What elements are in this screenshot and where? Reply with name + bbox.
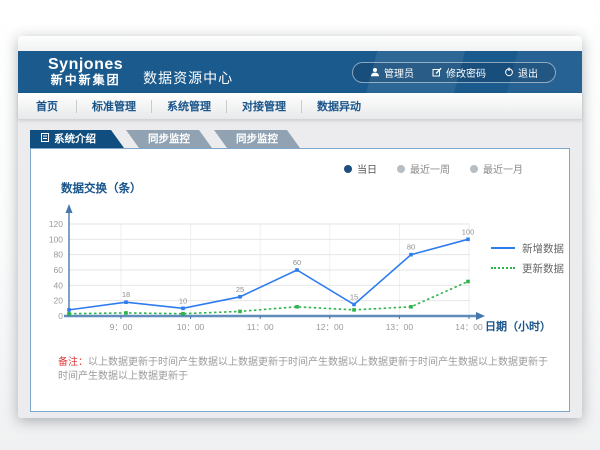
svg-text:9：00: 9：00 [110,322,133,332]
svg-text:100: 100 [49,234,63,244]
svg-text:10: 10 [179,296,187,305]
nav-item-connection-management[interactable]: 对接管理 [227,98,301,114]
nav-item-system-management[interactable]: 系统管理 [152,98,226,114]
radio-last-week[interactable]: 最近一周 [397,161,450,176]
radio-label: 当日 [357,161,377,176]
tab-bar: 系统介绍 同步监控 同步监控 [30,130,582,148]
svg-text:60: 60 [54,265,64,275]
svg-text:12：00: 12：00 [316,322,344,332]
edit-icon [432,67,442,77]
svg-text:60: 60 [293,258,301,267]
svg-text:40: 40 [54,280,64,290]
page-title: 数据资源中心 [143,68,233,88]
app-window: Synjones 新中新集团 数据资源中心 管理员 修改密码 退出 [18,36,582,418]
brand-logo-cn: 新中新集团 [48,74,123,88]
svg-text:80: 80 [54,250,64,260]
logout-label: 退出 [518,65,538,80]
svg-text:25: 25 [236,285,244,294]
user-toolbar: 管理员 修改密码 退出 [352,62,556,83]
tab-label: 系统介绍 [54,130,96,148]
svg-text:0: 0 [58,311,63,321]
brand-logo-en: Synjones [48,56,123,74]
nav-item-standard-management[interactable]: 标准管理 [77,98,151,114]
app-header: Synjones 新中新集团 数据资源中心 管理员 修改密码 退出 [18,51,582,93]
nav-item-home[interactable]: 首页 [18,98,76,114]
line-chart: 0 20 40 60 80 100 120 9：00 10：00 11：00 12：00 13：00 1… [39,198,569,348]
power-icon [504,67,514,77]
brand-logo: Synjones 新中新集团 [48,56,123,88]
svg-text:18: 18 [122,290,130,299]
chart-panel: 当日 最近一周 最近一月 数据交换（条） 0 20 40 60 80 100 120 9：00… [30,148,570,412]
radio-label: 最近一月 [483,161,523,176]
radio-dot [344,165,352,173]
radio-last-month[interactable]: 最近一月 [470,161,523,176]
radio-dot [397,165,405,173]
legend-label: 更新数据 [522,261,564,276]
legend-item-update-data: 更新数据 [491,258,564,278]
nav-item-data-change[interactable]: 数据异动 [302,98,376,114]
legend-swatch-solid [491,247,515,249]
footnote: 备注：以上数据更新于时间产生数据以上数据更新于时间产生数据以上数据更新于时间产生… [58,356,549,384]
legend-item-new-data: 新增数据 [491,238,564,258]
svg-text:80: 80 [407,243,415,252]
window-top-strip [18,36,582,51]
tab-doc-icon [41,130,49,148]
content-area: 系统介绍 同步监控 同步监控 当日 最近一周 最近一月 数据交 [18,120,582,412]
change-password-button[interactable]: 修改密码 [423,65,495,80]
main-nav: 首页 标准管理 系统管理 对接管理 数据异动 [18,93,582,120]
svg-text:10：00: 10：00 [177,322,205,332]
radio-dot [470,165,478,173]
tab-system-intro[interactable]: 系统介绍 [30,130,124,148]
svg-text:20: 20 [54,296,64,306]
svg-text:13：00: 13：00 [386,322,414,332]
user-menu-button[interactable]: 管理员 [361,65,423,80]
user-icon [370,67,380,77]
legend-swatch-dotted [491,267,515,269]
tab-sync-monitor-2[interactable]: 同步监控 [214,130,300,148]
user-menu-label: 管理员 [384,65,414,80]
footnote-text: 以上数据更新于时间产生数据以上数据更新于时间产生数据以上数据更新于时间产生数据以… [58,357,548,382]
change-password-label: 修改密码 [446,65,486,80]
radio-today[interactable]: 当日 [344,161,377,176]
radio-label: 最近一周 [410,161,450,176]
svg-text:日期（小时）: 日期（小时） [485,319,551,333]
logout-button[interactable]: 退出 [495,65,547,80]
svg-text:11：00: 11：00 [247,322,274,332]
svg-text:14：00: 14：00 [455,322,483,332]
y-axis-title: 数据交换（条） [61,180,569,196]
chart-container: 0 20 40 60 80 100 120 9：00 10：00 11：00 12：00 13：00 1… [39,198,569,348]
svg-text:15: 15 [350,293,358,302]
svg-text:100: 100 [462,227,475,236]
svg-text:120: 120 [49,219,63,229]
legend-label: 新增数据 [522,241,564,256]
tab-sync-monitor-1[interactable]: 同步监控 [126,130,212,148]
chart-legend: 新增数据 更新数据 [491,238,564,278]
date-range-selector: 当日 最近一周 最近一月 [31,149,569,176]
footnote-prefix: 备注： [58,357,88,368]
